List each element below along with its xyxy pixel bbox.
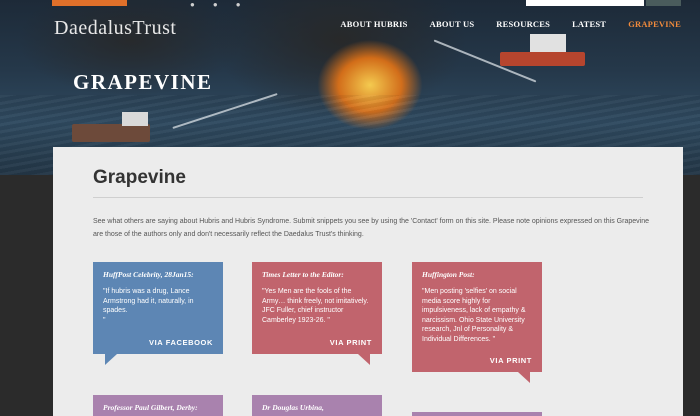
speech-tail: [105, 354, 117, 365]
quote-text: "Yes Men are the fools of the Army… thin…: [262, 288, 369, 324]
search-input[interactable]: [526, 0, 644, 6]
via-facebook-link[interactable]: VIA FACEBOOK: [149, 338, 213, 347]
divider: [93, 197, 643, 198]
quote-card[interactable]: Professor Paul Gilbert, Derby:: [93, 395, 223, 416]
quote-source: Times Letter to the Editor:: [262, 270, 344, 279]
nav-item-resources[interactable]: RESOURCES: [496, 19, 550, 29]
nav-item-about-us[interactable]: ABOUT US: [430, 19, 475, 29]
quote-source: Dr Douglas Urbina,: [262, 403, 324, 412]
quote-card[interactable]: Huffington Post: "Men posting 'selfies' …: [412, 262, 542, 383]
quote-text: "Men posting 'selfies' on social media s…: [422, 288, 526, 343]
via-print-link[interactable]: VIA PRINT: [330, 338, 372, 347]
site-logo[interactable]: DaedalusTrust: [54, 17, 176, 40]
hero-boat-left: [72, 112, 150, 142]
hero-title: GRAPEVINE: [73, 70, 213, 94]
via-print-link[interactable]: VIA PRINT: [490, 356, 532, 365]
speech-tail: [358, 354, 370, 365]
quote-source: Professor Paul Gilbert, Derby:: [103, 403, 198, 412]
nav-item-latest[interactable]: LATEST: [572, 19, 606, 29]
social-icon[interactable]: ●: [213, 0, 236, 9]
quote-card[interactable]: Dr Douglas Urbina,: [252, 395, 382, 416]
quote-source: HuffPost Celebrity, 28Jan15:: [103, 270, 194, 279]
page-title: Grapevine: [93, 167, 186, 188]
quote-text: "If hubris was a drug, Lance Armstrong h…: [103, 288, 194, 324]
quote-card[interactable]: Times Letter to the Editor: "Yes Men are…: [252, 262, 382, 365]
main-nav: ABOUT HUBRIS ABOUT US RESOURCES LATEST G…: [340, 19, 681, 29]
social-icon[interactable]: ●: [190, 0, 213, 9]
quote-card[interactable]: HuffPost Celebrity, 28Jan15: "If hubris …: [93, 262, 223, 365]
hero-boat-right: [500, 34, 585, 66]
social-icons[interactable]: ●●●: [190, 0, 259, 9]
nav-item-grapevine[interactable]: GRAPEVINE: [628, 19, 681, 29]
quote-card[interactable]: [412, 412, 542, 416]
nav-item-about-hubris[interactable]: ABOUT HUBRIS: [340, 19, 407, 29]
top-accent-tab[interactable]: [52, 0, 127, 6]
quote-source: Huffington Post:: [422, 270, 475, 279]
search-button[interactable]: [646, 0, 681, 6]
content-panel: Grapevine See what others are saying abo…: [53, 147, 683, 416]
intro-text: See what others are saying about Hubris …: [93, 218, 649, 238]
speech-tail: [518, 372, 530, 383]
social-icon[interactable]: ●: [236, 0, 259, 9]
